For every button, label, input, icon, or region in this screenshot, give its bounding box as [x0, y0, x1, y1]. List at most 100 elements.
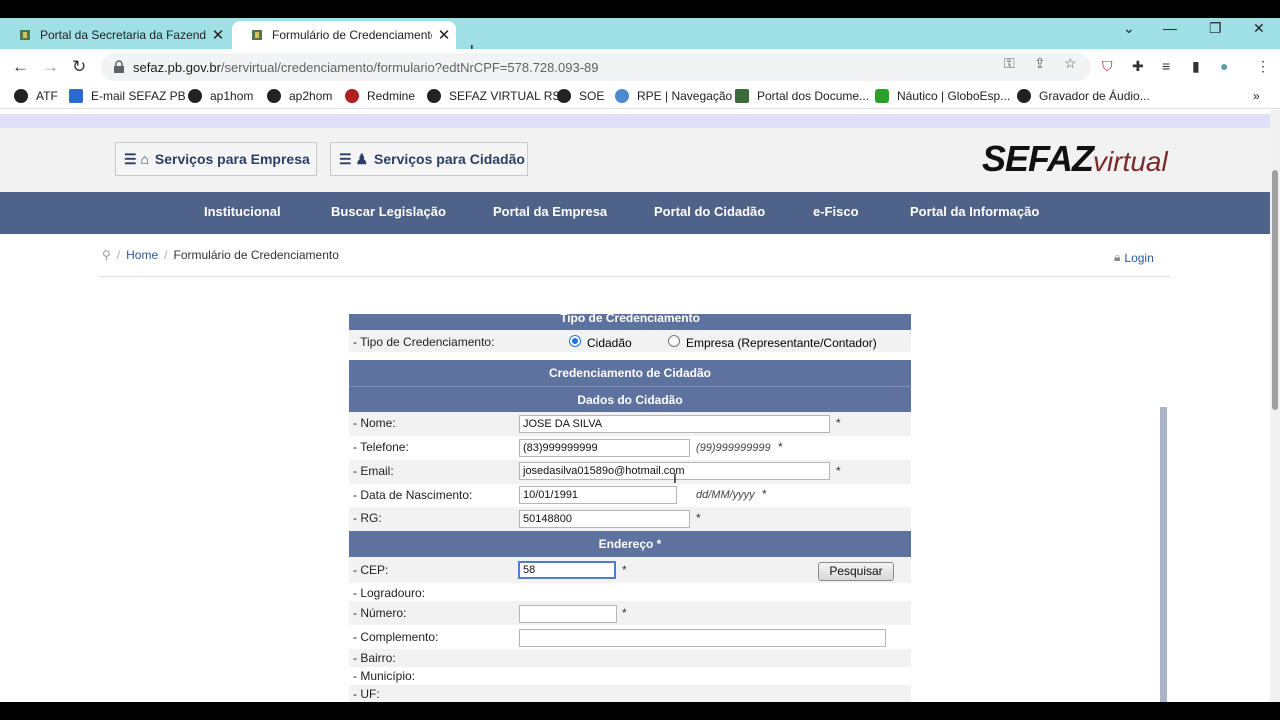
government-seal-icon: [250, 28, 264, 42]
pesquisar-button[interactable]: Pesquisar: [818, 562, 894, 581]
radio-empresa-label: Empresa (Representante/Contador): [686, 336, 877, 350]
row-complemento: - Complemento:: [349, 625, 911, 649]
profile-avatar-icon[interactable]: ●: [1220, 58, 1228, 74]
radio-empresa[interactable]: [668, 335, 680, 347]
bookmark-redmine[interactable]: Redmine: [345, 89, 415, 103]
close-window-icon[interactable]: ✕: [1253, 20, 1265, 37]
form-frame-scrollbar[interactable]: [1160, 407, 1167, 702]
forward-arrow-icon[interactable]: →: [42, 57, 59, 77]
tab-title: Portal da Secretaria da Fazenda -: [40, 28, 206, 42]
row-logradouro: - Logradouro:: [349, 583, 911, 601]
section-dados-cidadao: Dados do Cidadão: [349, 386, 911, 412]
globe-icon: [188, 89, 202, 103]
extensions-puzzle-icon[interactable]: ✚: [1132, 58, 1144, 75]
redmine-icon: [345, 89, 359, 103]
bookmark-soe[interactable]: SOE: [557, 89, 604, 103]
breadcrumb-home[interactable]: Home: [126, 248, 158, 262]
key-icon[interactable]: ⚿: [1004, 55, 1015, 72]
back-arrow-icon[interactable]: ←: [12, 57, 29, 77]
share-icon[interactable]: ⇪: [1034, 55, 1046, 72]
telefone-format-hint: (99)999999999: [696, 442, 771, 454]
label-cep: - CEP:: [349, 557, 517, 583]
reload-icon[interactable]: ↻: [72, 57, 86, 77]
data-format-hint: dd/MM/yyyy: [696, 489, 755, 501]
row-tipo-credenciamento: - Tipo de Credenciamento: Cidadão Empres…: [349, 330, 911, 352]
zimbra-icon: [69, 89, 83, 103]
more-bookmarks-button[interactable]: »: [1253, 89, 1260, 103]
row-data-nascimento: - Data de Nascimento: 10/01/1991 dd/MM/y…: [349, 484, 911, 507]
rg-input[interactable]: 50148800: [519, 510, 690, 528]
row-cep: - CEP: 58 * Pesquisar: [349, 557, 911, 583]
label-complemento: - Complemento:: [353, 630, 439, 644]
tab-formulario-credenciamento[interactable]: Formulário de Credenciamento - ✕: [232, 21, 456, 49]
bookmark-star-icon[interactable]: ☆: [1064, 55, 1077, 72]
services-cidadao-button[interactable]: ☰ ♟ Serviços para Cidadão: [330, 142, 528, 176]
page-scrollbar-thumb[interactable]: [1272, 170, 1278, 410]
shield-extension-icon[interactable]: ⛉: [1102, 58, 1113, 75]
row-rg: - RG: 50148800 *: [349, 507, 911, 531]
top-accent-bar: [0, 114, 1270, 128]
section-tipo-credenciamento: Tipo de Credenciamento: [349, 314, 911, 330]
bookmark-ap1hom[interactable]: ap1hom: [188, 89, 253, 103]
radio-cidadao[interactable]: [569, 335, 581, 347]
telefone-input[interactable]: (83)999999999: [519, 439, 690, 457]
tab-close-icon[interactable]: ✕: [206, 26, 230, 44]
bookmarks-bar: ATF E-mail SEFAZ PB ap1hom ap2hom Redmin…: [0, 85, 1280, 109]
globe-icon: [1017, 89, 1031, 103]
bookmark-nautico[interactable]: Náutico | GloboEsp...: [875, 89, 1010, 103]
media-queue-icon[interactable]: ≡: [1162, 58, 1170, 74]
numero-input[interactable]: [519, 605, 617, 623]
url-host: sefaz.pb.gov.br: [133, 59, 221, 75]
nav-efisco[interactable]: e-Fisco: [813, 204, 859, 219]
cep-input[interactable]: 58: [518, 561, 616, 579]
menu-kebab-icon[interactable]: ⋮: [1256, 58, 1270, 75]
row-email: - Email: josedasilva01589o@hotmail.com *…: [349, 460, 911, 486]
restore-icon[interactable]: ❐: [1209, 20, 1222, 37]
side-panel-icon[interactable]: ▮: [1192, 58, 1200, 75]
label-telefone: - Telefone:: [353, 440, 409, 454]
divider: [100, 276, 1170, 277]
nav-portal-informacao[interactable]: Portal da Informação: [910, 204, 1039, 219]
label-tipo: - Tipo de Credenciamento:: [349, 330, 517, 352]
url-path: /servirtual/credenciamento/formulario?ed…: [220, 59, 599, 75]
screen-bottom-border: [0, 702, 1280, 720]
services-empresa-button[interactable]: ☰ ⌂ Serviços para Empresa: [115, 142, 317, 176]
minimize-icon[interactable]: —: [1163, 20, 1177, 36]
row-bairro: - Bairro:: [349, 649, 911, 667]
data-nascimento-input[interactable]: 10/01/1991: [519, 486, 677, 504]
nav-portal-empresa[interactable]: Portal da Empresa: [493, 204, 607, 219]
nav-portal-cidadao[interactable]: Portal do Cidadão: [654, 204, 765, 219]
address-bar[interactable]: sefaz.pb.gov.br/servirtual/credenciament…: [101, 53, 1091, 81]
section-endereco: Endereço *: [349, 531, 911, 557]
bookmark-portal-documentos[interactable]: Portal dos Docume...: [735, 89, 869, 103]
breadcrumb-current: Formulário de Credenciamento: [173, 248, 339, 262]
nav-buscar-legislacao[interactable]: Buscar Legislação: [331, 204, 446, 219]
bookmark-sefaz-virtual-rs[interactable]: SEFAZ VIRTUAL RS: [427, 89, 560, 103]
section-credenciamento-cidadao: Credenciamento de Cidadão: [349, 360, 911, 386]
government-seal-icon: [18, 28, 32, 42]
globe-icon: [267, 89, 281, 103]
tab-portal-secretaria[interactable]: Portal da Secretaria da Fazenda - ✕: [0, 21, 230, 49]
globe-icon: [14, 89, 28, 103]
complemento-input[interactable]: [519, 629, 886, 647]
bookmark-email-sefaz[interactable]: E-mail SEFAZ PB: [69, 89, 186, 103]
tab-title: Formulário de Credenciamento -: [272, 28, 432, 42]
nome-input[interactable]: JOSE DA SILVA: [519, 415, 830, 433]
label-logradouro: - Logradouro:: [353, 586, 426, 600]
label-municipio: - Município:: [353, 669, 416, 683]
bookmark-atf[interactable]: ATF: [14, 89, 58, 103]
login-link[interactable]: 🔒︎ Login: [1114, 250, 1154, 265]
bookmark-ap2hom[interactable]: ap2hom: [267, 89, 332, 103]
lock-icon[interactable]: [113, 60, 125, 77]
label-email: - Email:: [349, 460, 517, 484]
row-telefone: - Telefone: (83)999999999 (99)999999999 …: [349, 436, 911, 460]
globe-icon: [557, 89, 571, 103]
sefaz-virtual-logo[interactable]: SEFAZvirtual: [982, 138, 1168, 180]
site-header: ☰ ⌂ Serviços para Empresa ☰ ♟ Serviços p…: [0, 128, 1270, 192]
tab-close-icon[interactable]: ✕: [432, 26, 456, 44]
bookmark-gravador-audio[interactable]: Gravador de Áudio...: [1017, 89, 1150, 103]
nav-institucional[interactable]: Institucional: [204, 204, 281, 219]
tab-search-chevron-icon[interactable]: ⌄: [1123, 20, 1135, 37]
government-seal-icon: [735, 89, 749, 103]
bookmark-rpe[interactable]: RPE | Navegação: [615, 89, 732, 103]
